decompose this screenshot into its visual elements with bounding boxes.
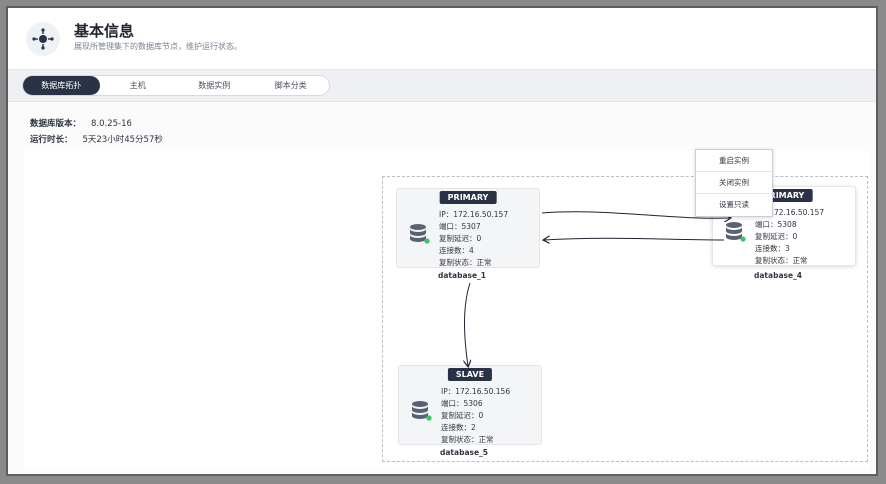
node-context-menu: 重启实例 关闭实例 设置只读 [695, 149, 773, 217]
menu-item-set-readonly[interactable]: 设置只读 [696, 194, 772, 216]
menu-item-restart-instance[interactable]: 重启实例 [696, 150, 772, 172]
app-frame: 基本信息 展现所管理集下的数据库节点，维护运行状态。 数据库拓扑 主机 数据实例… [6, 6, 878, 476]
link-primary1-to-slave [465, 282, 471, 366]
link-primary2-to-primary1 [544, 238, 725, 240]
replication-links [8, 211, 878, 476]
menu-item-stop-instance[interactable]: 关闭实例 [696, 172, 772, 194]
